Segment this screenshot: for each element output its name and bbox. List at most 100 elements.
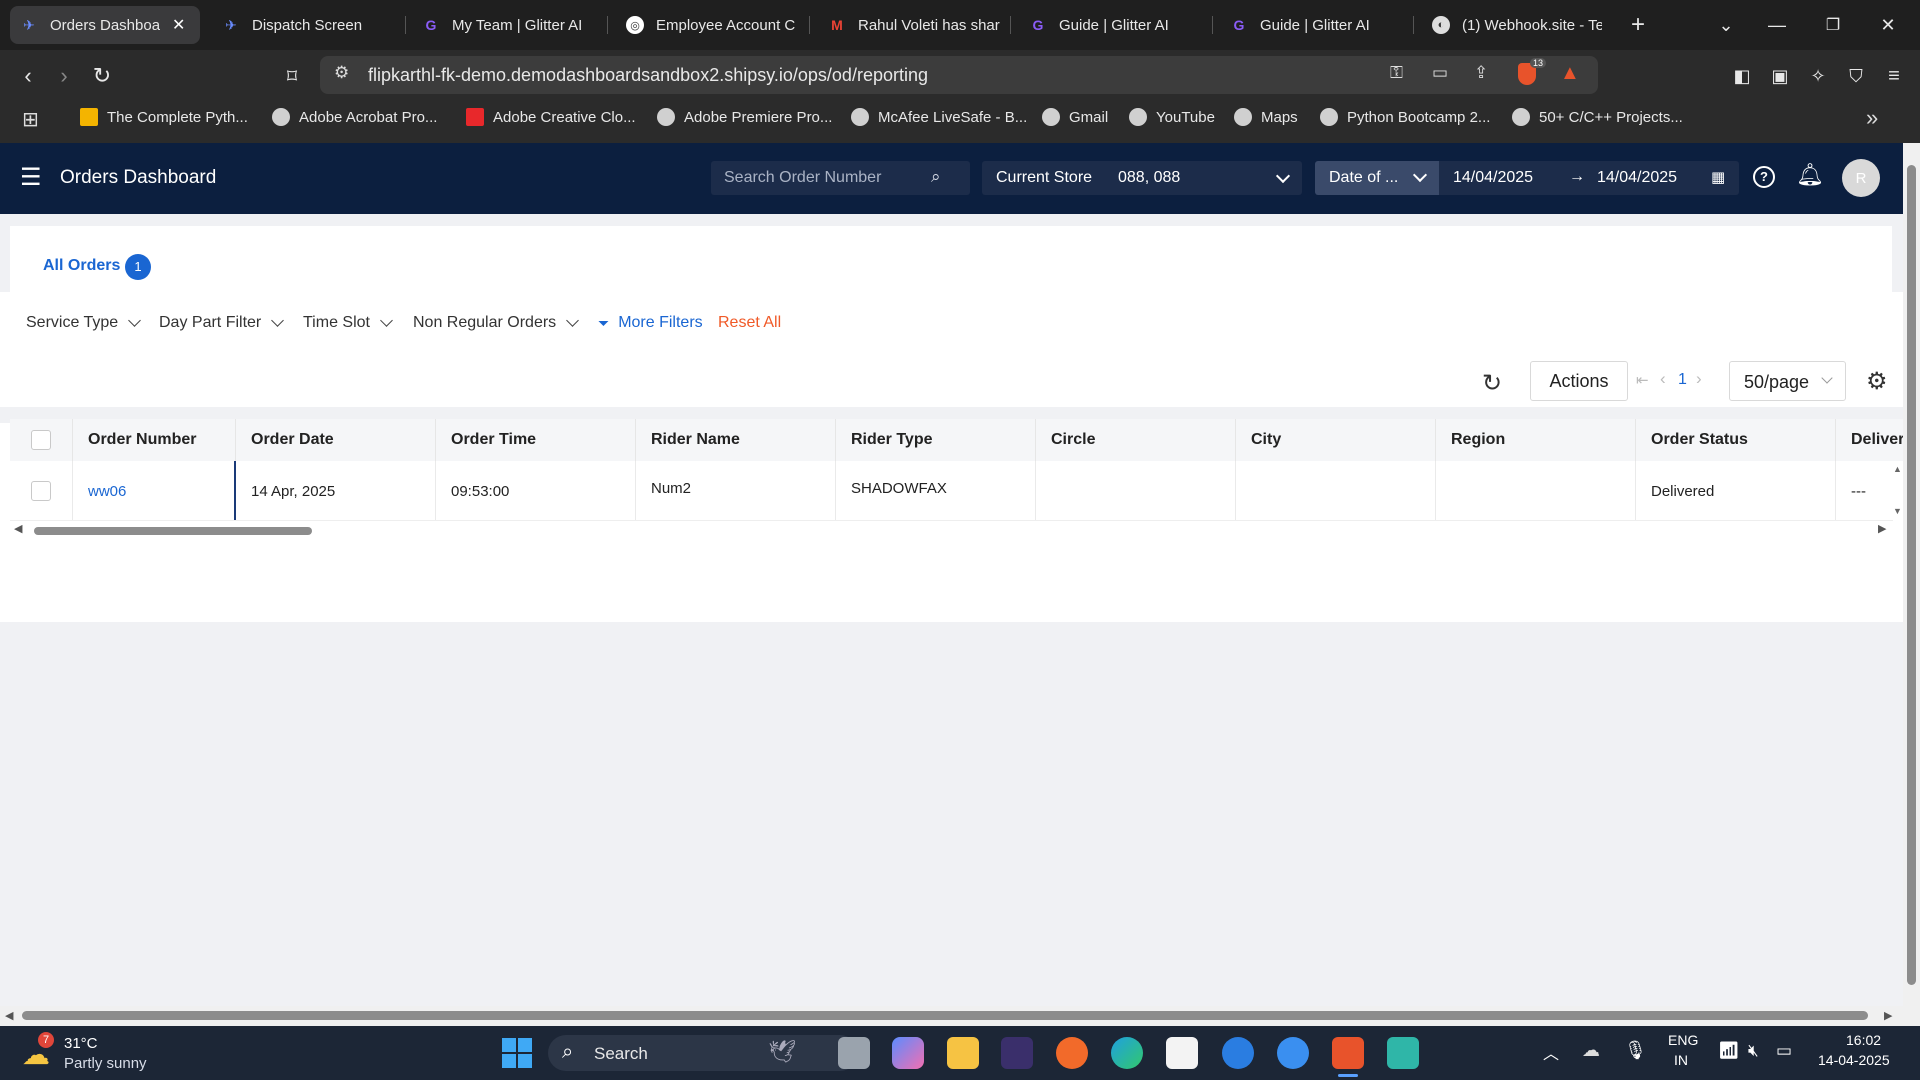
task-view-icon[interactable]	[838, 1037, 870, 1069]
more-bookmarks-icon[interactable]: »	[1866, 105, 1878, 131]
browser-tab-employee-account[interactable]: ◎ Employee Account C	[626, 6, 796, 44]
actions-button[interactable]: Actions	[1530, 361, 1628, 401]
current-page-number[interactable]: 1	[1678, 371, 1687, 389]
column-header-delivered[interactable]: Deliver	[1836, 419, 1903, 461]
restore-icon[interactable]: ❐	[1813, 8, 1853, 42]
column-header-city[interactable]: City	[1236, 419, 1436, 461]
edge-icon[interactable]	[1111, 1037, 1143, 1069]
vpn-icon[interactable]: ⛉	[1840, 60, 1872, 92]
order-number-link[interactable]: ww06	[73, 461, 236, 520]
search-order-input[interactable]: Search Order Number ⌕	[711, 161, 970, 195]
column-header-rider-name[interactable]: Rider Name	[636, 419, 836, 461]
non-regular-orders-filter[interactable]: Non Regular Orders	[413, 314, 580, 332]
bookmark-item[interactable]: Adobe Premiere Pro...	[657, 108, 832, 126]
reload-icon[interactable]: ↻	[86, 60, 118, 92]
bookmark-item[interactable]: Python Bootcamp 2...	[1320, 108, 1490, 126]
bookmark-item[interactable]: 50+ C/C++ Projects...	[1512, 108, 1683, 126]
app-icon[interactable]	[1222, 1037, 1254, 1069]
more-filters-button[interactable]: ⏷ More Filters	[598, 314, 703, 332]
table-row[interactable]: ww06 14 Apr, 2025 09:53:00 Num2 SHADOWFA…	[10, 461, 1893, 521]
row-scroll-down-icon[interactable]: ▼	[1893, 506, 1902, 516]
page-scroll-right-icon[interactable]: ▶	[1884, 1009, 1892, 1022]
column-header-order-status[interactable]: Order Status	[1636, 419, 1836, 461]
microsoft-store-icon[interactable]	[1166, 1037, 1198, 1069]
leo-ai-icon[interactable]: ✧	[1802, 60, 1834, 92]
bookmark-item[interactable]: Gmail	[1042, 108, 1108, 126]
column-header-rider-type[interactable]: Rider Type	[836, 419, 1036, 461]
browser-tab-orders-dashboard[interactable]: ✈ Orders Dashboard ✕	[10, 6, 200, 44]
close-tab-icon[interactable]: ✕	[172, 15, 185, 35]
address-bar[interactable]: ⚙ flipkarthl-fk-demo.demodashboardsandbo…	[320, 56, 1598, 94]
page-vertical-scrollbar[interactable]	[1903, 143, 1920, 1006]
refresh-icon[interactable]: ↻	[1482, 369, 1502, 398]
row-scroll-up-icon[interactable]: ▲	[1893, 464, 1902, 474]
date-type-select[interactable]: Date of ...	[1315, 161, 1439, 195]
next-page-icon[interactable]: ›	[1696, 369, 1702, 389]
current-store-select[interactable]: Current Store 088, 088	[982, 161, 1302, 195]
page-scrollbar-thumb[interactable]	[22, 1011, 1868, 1020]
browser-tab-guide-1[interactable]: G Guide | Glitter AI	[1029, 6, 1209, 44]
apps-grid-icon[interactable]: ⊞	[22, 107, 39, 132]
weather-widget[interactable]: ☁ 7	[22, 1032, 58, 1070]
settings-gear-icon[interactable]: ⚙	[1866, 367, 1888, 396]
postman-icon[interactable]	[1056, 1037, 1088, 1069]
date-to[interactable]: 14/04/2025	[1597, 169, 1677, 187]
share-icon[interactable]: ⇪	[1474, 63, 1488, 83]
calendar-icon[interactable]: ▦	[1711, 168, 1725, 186]
bookmark-item[interactable]: McAfee LiveSafe - B...	[851, 108, 1027, 126]
previous-page-icon[interactable]: ‹	[1660, 369, 1666, 389]
sidebar-icon[interactable]: ◧	[1726, 60, 1758, 92]
scroll-right-icon[interactable]: ▶	[1878, 522, 1886, 535]
page-scroll-left-icon[interactable]: ◀	[5, 1009, 13, 1022]
bookmark-item[interactable]: YouTube	[1129, 108, 1215, 126]
battery-icon[interactable]: ▭	[1776, 1041, 1792, 1061]
site-info-icon[interactable]: ⚙	[334, 63, 349, 83]
new-tab-icon[interactable]: +	[1618, 8, 1658, 42]
column-header-region[interactable]: Region	[1436, 419, 1636, 461]
microphone-icon[interactable]: 🎙︎	[1624, 1040, 1647, 1061]
file-explorer-icon[interactable]	[947, 1037, 979, 1069]
menu-icon[interactable]: ≡	[1878, 60, 1910, 92]
browser-tab-webhook[interactable]: ◐ (1) Webhook.site - Te	[1432, 6, 1604, 44]
time-slot-filter[interactable]: Time Slot	[303, 314, 393, 332]
bookmark-item[interactable]: Adobe Acrobat Pro...	[272, 108, 437, 126]
taskbar-search[interactable]: ⌕ Search 🕊︎	[548, 1035, 858, 1071]
page-horizontal-scrollbar[interactable]: ◀ ▶	[0, 1006, 1920, 1026]
table-horizontal-scrollbar[interactable]: ◀ ▶	[14, 522, 1890, 536]
browser-tab-my-team[interactable]: G My Team | Glitter AI	[422, 6, 602, 44]
browser-tab-guide-2[interactable]: G Guide | Glitter AI	[1230, 6, 1410, 44]
browser-tab-gmail[interactable]: M Rahul Voleti has shar	[828, 6, 1000, 44]
first-page-icon[interactable]: ⇤	[1636, 371, 1649, 389]
reset-all-button[interactable]: Reset All	[718, 314, 781, 332]
tab-search-chevron-icon[interactable]: ⌄	[1706, 8, 1746, 42]
tab-all-orders[interactable]: All Orders 1	[10, 226, 184, 296]
onedrive-icon[interactable]: ☁	[1582, 1040, 1600, 1061]
show-hidden-icons-chevron[interactable]: ︿	[1543, 1040, 1559, 1064]
column-header-order-number[interactable]: Order Number	[73, 419, 236, 461]
glitter-app-icon[interactable]	[1001, 1037, 1033, 1069]
column-header-order-time[interactable]: Order Time	[436, 419, 636, 461]
page-size-select[interactable]: 50/page	[1729, 361, 1846, 401]
minimize-icon[interactable]: —	[1757, 8, 1797, 42]
app-icon[interactable]	[1387, 1037, 1419, 1069]
hamburger-menu-icon[interactable]: ☰	[20, 163, 42, 192]
windows-start-icon[interactable]	[502, 1038, 532, 1068]
forward-icon[interactable]: ›	[48, 60, 80, 92]
cast-icon[interactable]: ▭	[1432, 63, 1448, 83]
date-range-picker[interactable]: 14/04/2025 → 14/04/2025 ▦	[1439, 161, 1739, 195]
column-header-order-date[interactable]: Order Date	[236, 419, 436, 461]
service-type-filter[interactable]: Service Type	[26, 314, 142, 332]
bookmark-item[interactable]: Maps	[1234, 108, 1298, 126]
scrollbar-thumb[interactable]	[1907, 165, 1916, 985]
day-part-filter[interactable]: Day Part Filter	[159, 314, 285, 332]
brave-browser-icon[interactable]	[1332, 1037, 1364, 1069]
sync-app-icon[interactable]	[1277, 1037, 1309, 1069]
clock-date[interactable]: 14-04-2025	[1818, 1052, 1890, 1068]
wifi-icon[interactable]: 📶︎	[1718, 1041, 1740, 1061]
bookmark-item[interactable]: The Complete Pyth...	[80, 108, 248, 126]
column-header-circle[interactable]: Circle	[1036, 419, 1236, 461]
close-window-icon[interactable]: ✕	[1868, 8, 1908, 42]
avatar[interactable]: R	[1842, 159, 1880, 197]
bookmark-item[interactable]: Adobe Creative Clo...	[466, 108, 636, 126]
back-icon[interactable]: ‹	[12, 60, 44, 92]
